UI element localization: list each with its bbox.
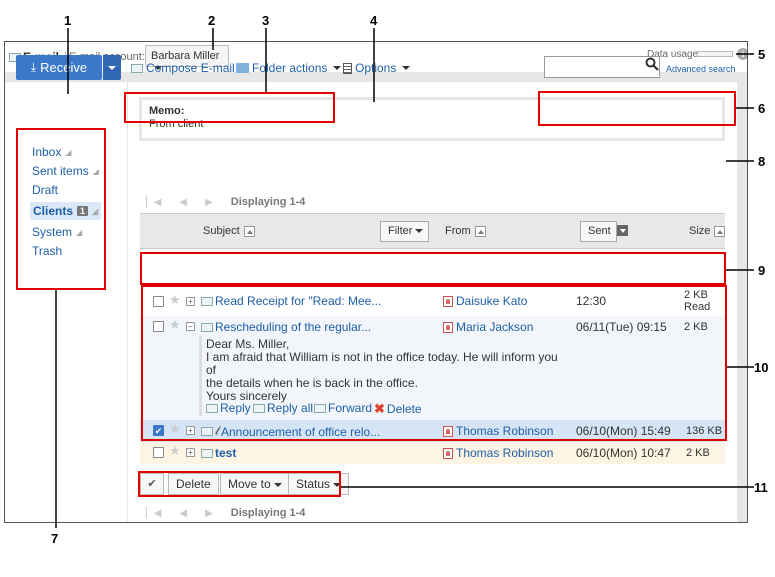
callout-number: 1: [64, 13, 72, 28]
callout-number: 5: [758, 47, 766, 62]
callout-number: 8: [758, 154, 766, 169]
callout-number: 6: [758, 101, 766, 116]
callout-number: 3: [262, 13, 270, 28]
callout-number: 7: [51, 531, 59, 546]
callout-number: 11: [754, 480, 768, 495]
callout-number: 2: [208, 13, 216, 28]
callout-lines: [55, 28, 754, 528]
callout-number: 4: [370, 13, 378, 28]
callout-number: 10: [754, 360, 769, 375]
callout-number: 9: [758, 263, 766, 278]
